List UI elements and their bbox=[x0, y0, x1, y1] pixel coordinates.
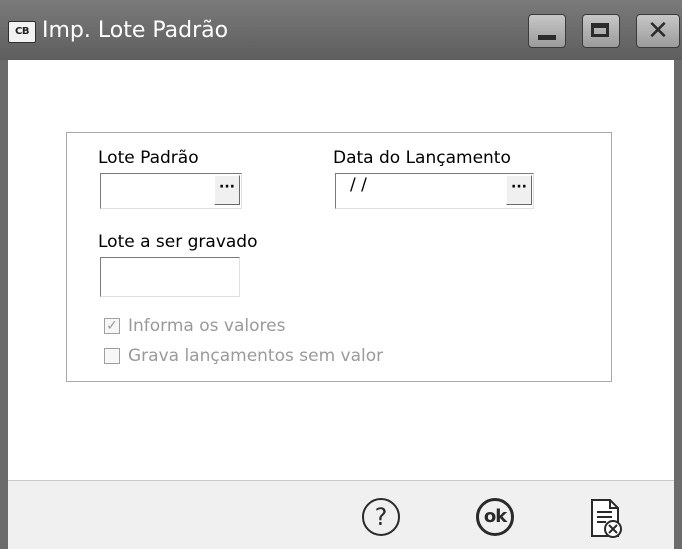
informa-valores-label: Informa os valores bbox=[128, 316, 286, 336]
maximize-button[interactable] bbox=[582, 14, 620, 48]
ok-icon: ok bbox=[476, 498, 514, 536]
minimize-icon bbox=[538, 35, 556, 40]
footer-toolbar bbox=[8, 480, 674, 549]
lote-padrao-lookup-button[interactable]: ··· bbox=[214, 175, 240, 205]
close-icon: ✕ bbox=[647, 16, 669, 46]
data-lancamento-value: / / bbox=[350, 175, 367, 195]
dialog-body: Lote Padrão ··· Data do Lançamento / / ·… bbox=[8, 60, 674, 480]
close-button[interactable]: ✕ bbox=[636, 14, 680, 48]
dialog-window: CB Imp. Lote Padrão ✕ Lote Padrão ··· Da… bbox=[0, 0, 682, 549]
data-lancamento-label: Data do Lançamento bbox=[333, 148, 511, 168]
help-icon: ? bbox=[362, 498, 400, 536]
grava-sem-valor-label: Grava lançamentos sem valor bbox=[128, 346, 384, 366]
app-icon[interactable]: CB bbox=[8, 21, 36, 43]
minimize-button[interactable] bbox=[528, 14, 566, 48]
cancel-document-icon bbox=[591, 499, 622, 538]
lote-gravado-label: Lote a ser gravado bbox=[98, 232, 258, 252]
window-title: Imp. Lote Padrão bbox=[42, 18, 229, 43]
cancel-button[interactable] bbox=[586, 498, 630, 542]
data-lancamento-field[interactable]: / / ··· bbox=[335, 173, 534, 209]
lote-padrao-label: Lote Padrão bbox=[98, 148, 199, 168]
informa-valores-checkbox[interactable]: ✓ bbox=[104, 318, 120, 334]
help-button[interactable]: ? bbox=[360, 498, 404, 542]
maximize-icon bbox=[591, 23, 609, 37]
title-bar[interactable]: CB Imp. Lote Padrão ✕ bbox=[0, 0, 682, 60]
lote-gravado-field[interactable] bbox=[100, 257, 240, 297]
ok-button[interactable]: ok bbox=[474, 498, 518, 542]
data-lancamento-lookup-button[interactable]: ··· bbox=[506, 175, 532, 205]
grava-sem-valor-checkbox[interactable] bbox=[104, 348, 120, 364]
lote-padrao-field[interactable]: ··· bbox=[100, 173, 242, 209]
